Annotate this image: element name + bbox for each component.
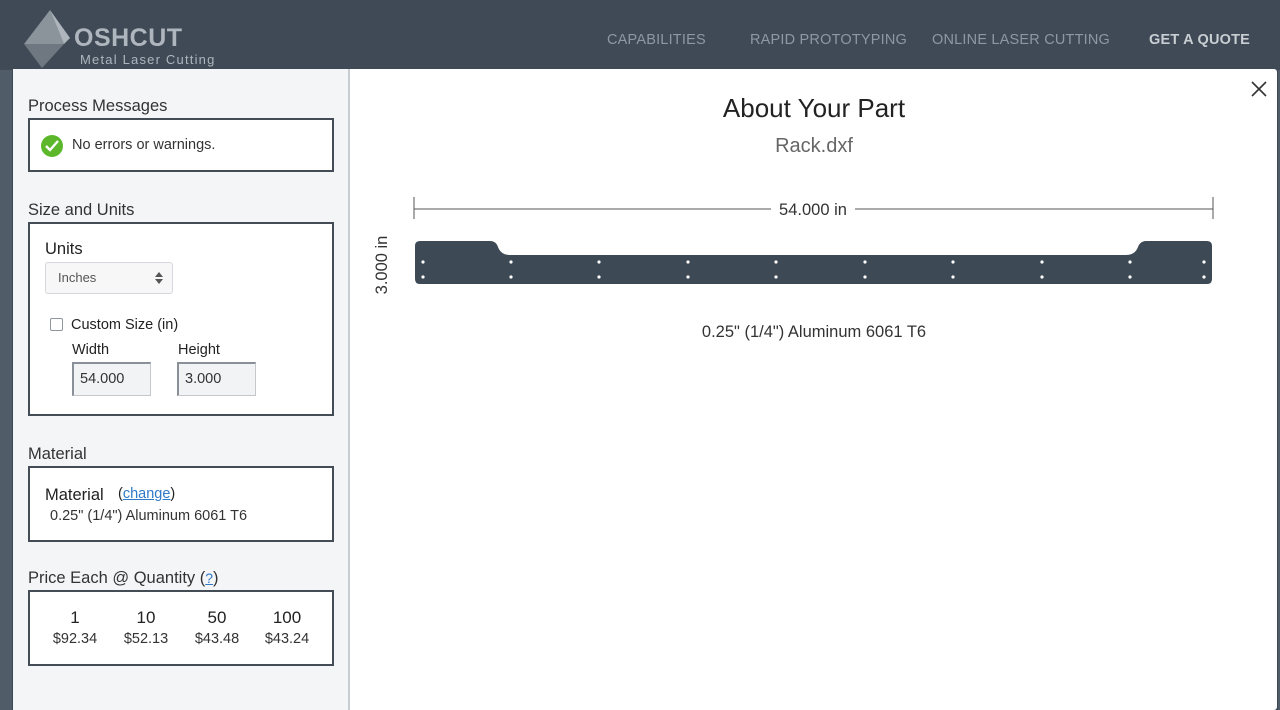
- custom-size-checkbox[interactable]: [50, 318, 63, 331]
- change-paren-close: ): [170, 486, 176, 502]
- height-field[interactable]: 3.000: [177, 362, 256, 396]
- width-dimension-text: 54.000 in: [779, 201, 847, 219]
- material-box: Material (change) 0.25" (1/4") Aluminum …: [28, 466, 334, 542]
- close-button[interactable]: [1249, 79, 1269, 99]
- size-units-box: Units Inches Custom Size (in) Width Heig…: [28, 222, 334, 416]
- process-messages-box: No errors or warnings.: [28, 118, 334, 172]
- part-settings-sidebar: Process Messages No errors or warnings. …: [13, 69, 350, 710]
- part-drawing: 54.000 in 3.000 in: [373, 197, 1214, 295]
- nav-online-laser-cutting[interactable]: ONLINE LASER CUTTING: [932, 32, 1110, 48]
- logo-name: OSHCUT: [74, 24, 183, 52]
- change-material-link[interactable]: change: [123, 486, 171, 502]
- site-logo[interactable]: OSHCUT Metal Laser Cutting: [20, 8, 250, 68]
- process-messages-title: Process Messages: [28, 97, 168, 115]
- nav-rapid-prototyping[interactable]: RAPID PROTOTYPING: [750, 32, 907, 48]
- price-tier-amount: $52.13: [123, 631, 169, 647]
- custom-size-label: Custom Size (in): [71, 317, 179, 333]
- price-box: 1 $92.34 10 $52.13 50 $43.48 100 $43.24: [28, 590, 334, 666]
- height-label: Height: [178, 342, 220, 358]
- process-message-text: No errors or warnings.: [72, 137, 216, 153]
- width-label: Width: [72, 342, 110, 358]
- select-arrows-icon: [155, 272, 163, 284]
- background-page-fragment: [0, 70, 12, 710]
- price-tier-qty: 50: [207, 608, 227, 627]
- price-tier-qty: 1: [70, 608, 80, 627]
- price-tier-amount: $43.24: [264, 631, 310, 647]
- material-change-group: (change): [118, 486, 175, 502]
- material-label: Material: [45, 486, 104, 504]
- price-help-link[interactable]: ?: [205, 570, 213, 586]
- price-tier: 10 $52.13: [111, 608, 181, 647]
- close-icon: [1251, 81, 1267, 97]
- nav-capabilities[interactable]: CAPABILITIES: [607, 32, 706, 48]
- part-details-modal: Process Messages No errors or warnings. …: [13, 69, 1277, 710]
- top-navigation-bar: OSHCUT Metal Laser Cutting CAPABILITIES …: [0, 0, 1280, 70]
- height-dimension-text: 3.000 in: [373, 236, 391, 295]
- price-tier-qty: 10: [136, 608, 156, 627]
- units-select[interactable]: Inches: [45, 262, 173, 294]
- width-field[interactable]: 54.000: [72, 362, 151, 396]
- size-units-title: Size and Units: [28, 201, 135, 219]
- part-shape: [415, 241, 1212, 284]
- price-tier: 100 $43.24: [252, 608, 322, 647]
- oshcut-logo-icon: [24, 10, 70, 68]
- price-tier: 50 $43.48: [182, 608, 252, 647]
- material-value: 0.25" (1/4") Aluminum 6061 T6: [50, 508, 248, 524]
- modal-title: About Your Part: [722, 93, 906, 123]
- units-label: Units: [45, 240, 83, 258]
- part-filename: Rack.dxf: [775, 135, 853, 157]
- units-select-value: Inches: [58, 270, 97, 285]
- logo-tagline: Metal Laser Cutting: [80, 52, 216, 67]
- price-help-paren-close: ): [213, 569, 219, 587]
- nav-get-a-quote[interactable]: GET A QUOTE: [1149, 32, 1250, 48]
- price-tier-amount: $92.34: [52, 631, 98, 647]
- price-title-text: Price Each @ Quantity: [28, 569, 196, 587]
- check-circle-icon: [41, 135, 63, 157]
- price-tier: 1 $92.34: [40, 608, 110, 647]
- material-section-title: Material: [28, 445, 87, 463]
- price-tier-amount: $43.48: [194, 631, 240, 647]
- price-section-title: Price Each @ Quantity (?): [28, 569, 219, 588]
- price-tier-qty: 100: [272, 608, 302, 627]
- material-caption: 0.25" (1/4") Aluminum 6061 T6: [701, 323, 927, 341]
